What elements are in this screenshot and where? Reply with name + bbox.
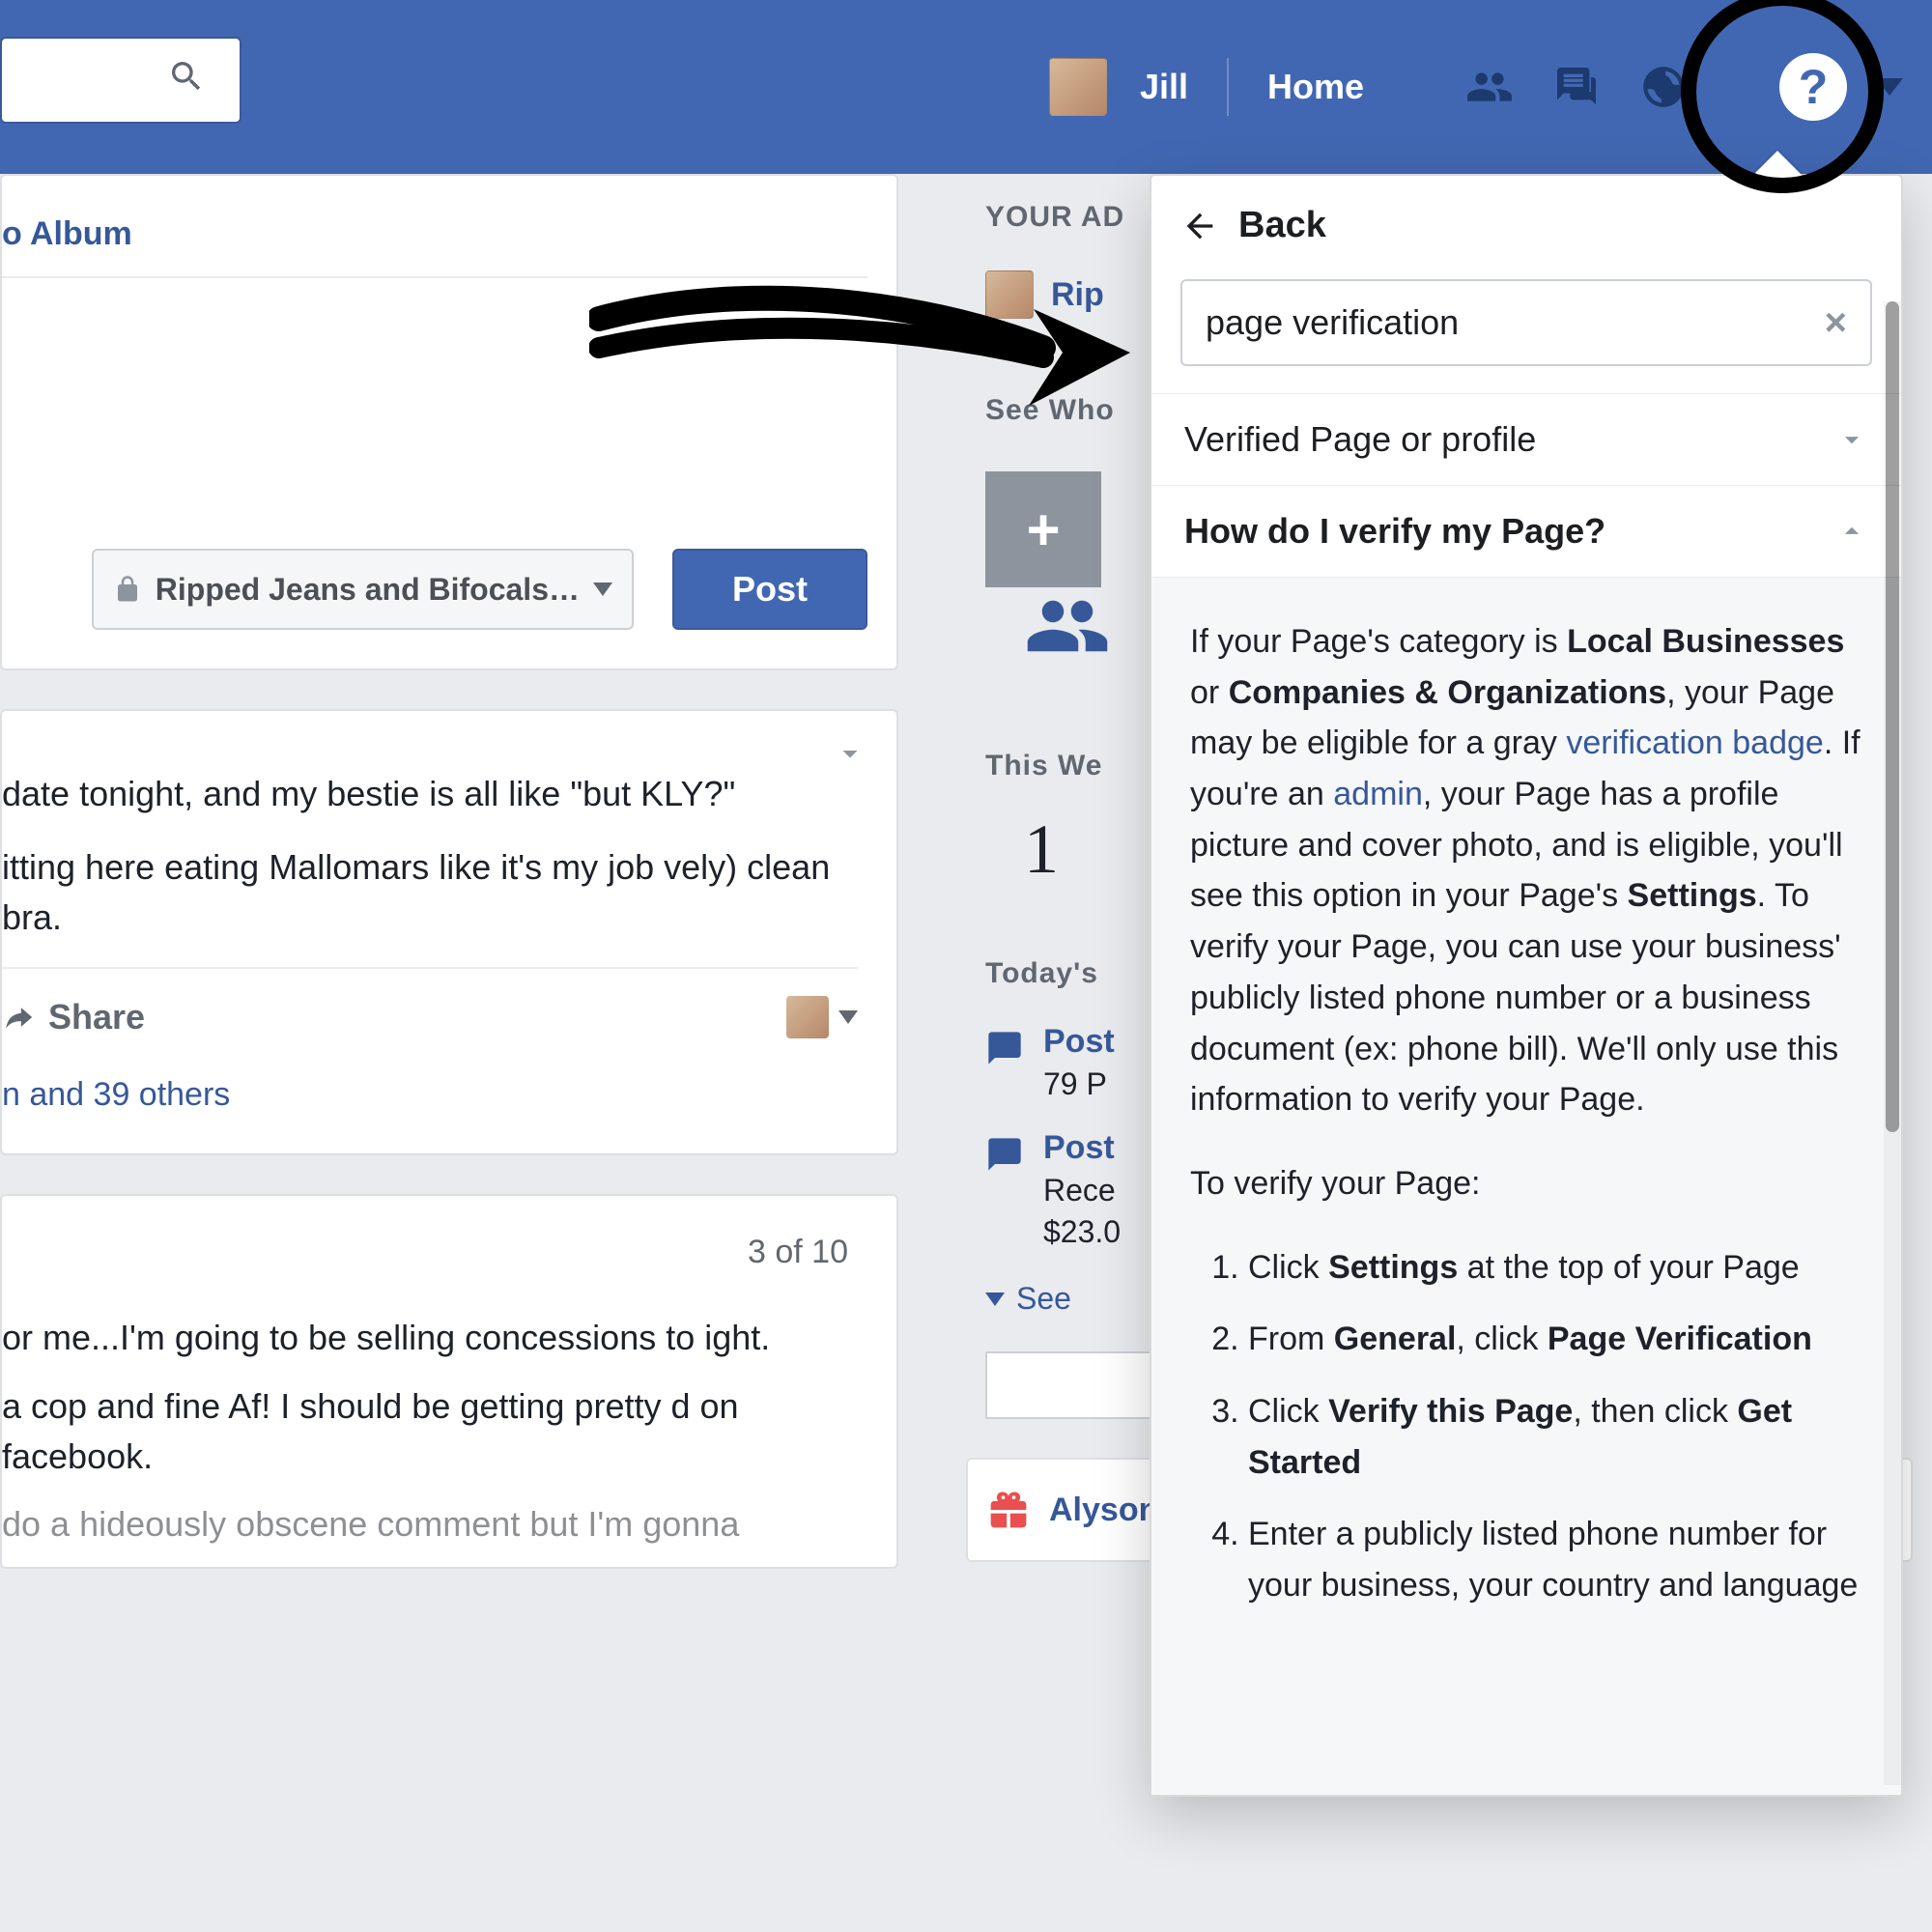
chevron-down-icon: [985, 1293, 1005, 1306]
chevron-down-icon: [1835, 423, 1868, 456]
story-text: or me...I'm going to be selling concessi…: [2, 1313, 858, 1363]
arrow-left-icon: [1180, 207, 1219, 245]
top-navigation-bar: Jill Home ?: [0, 0, 1932, 174]
help-result-item[interactable]: Verified Page or profile: [1151, 393, 1901, 485]
chat-icon: [985, 1029, 1024, 1067]
add-tile[interactable]: +: [985, 471, 1101, 587]
likes-summary[interactable]: n and 39 others: [2, 1042, 858, 1119]
friend-requests-icon[interactable]: [1461, 58, 1519, 116]
chevron-down-icon[interactable]: [838, 1010, 858, 1024]
scrollbar-thumb[interactable]: [1886, 301, 1899, 1132]
post-button[interactable]: Post: [672, 549, 867, 630]
link-admin[interactable]: admin: [1333, 776, 1423, 812]
account-caret-icon[interactable]: [1876, 78, 1903, 96]
avatar[interactable]: [1049, 58, 1107, 116]
audience-selector[interactable]: Ripped Jeans and Bifocals…: [92, 549, 634, 630]
chevron-up-icon: [1835, 515, 1868, 548]
divider: [1227, 58, 1229, 116]
help-icon[interactable]: ?: [1779, 53, 1847, 121]
chevron-down-icon: [593, 582, 612, 596]
clear-icon[interactable]: ×: [1825, 301, 1847, 345]
story-text: do a hideously obscene comment but I'm g…: [2, 1499, 858, 1549]
share-button[interactable]: Share: [2, 992, 145, 1042]
help-article-body: If your Page's category is Local Busines…: [1151, 577, 1901, 1795]
feed-story: date tonight, and my bestie is all like …: [0, 709, 898, 1155]
story-text: date tonight, and my bestie is all like …: [2, 769, 858, 819]
notifications-icon[interactable]: [1634, 58, 1692, 116]
story-text: itting here eating Mallomars like it's m…: [2, 842, 858, 943]
link-verification-badge[interactable]: verification badge: [1566, 724, 1824, 761]
search-icon: [167, 57, 206, 103]
avatar[interactable]: [786, 996, 829, 1038]
composer-card: o Album Ripped Jeans and Bifocals… Post: [0, 174, 898, 670]
help-result-item-expanded[interactable]: How do I verify my Page?: [1151, 485, 1901, 577]
profile-link[interactable]: Jill: [1140, 67, 1188, 107]
help-search[interactable]: ×: [1180, 279, 1872, 366]
help-search-input[interactable]: [1206, 302, 1719, 343]
audience-label: Ripped Jeans and Bifocals…: [156, 572, 580, 608]
help-popover: Back × Verified Page or profile How do I…: [1150, 174, 1903, 1797]
back-button[interactable]: Back: [1151, 176, 1901, 270]
lock-icon: [113, 575, 142, 604]
gift-icon: [987, 1489, 1030, 1531]
composer-tab-album[interactable]: o Album: [2, 200, 867, 276]
story-text: a cop and fine Af! I should be getting p…: [2, 1381, 858, 1482]
avatar: [985, 270, 1034, 319]
home-link[interactable]: Home: [1267, 67, 1364, 107]
feed-story: 3 of 10 or me...I'm going to be selling …: [0, 1194, 898, 1569]
rail-input[interactable]: [985, 1351, 1159, 1419]
rail-link-name[interactable]: Rip: [1051, 276, 1104, 314]
global-search[interactable]: [0, 37, 242, 124]
share-icon: [2, 1001, 35, 1034]
story-menu-button[interactable]: [833, 734, 867, 784]
chat-icon: [985, 1135, 1024, 1174]
story-pager: 3 of 10: [2, 1219, 858, 1295]
messages-icon[interactable]: [1548, 58, 1605, 116]
